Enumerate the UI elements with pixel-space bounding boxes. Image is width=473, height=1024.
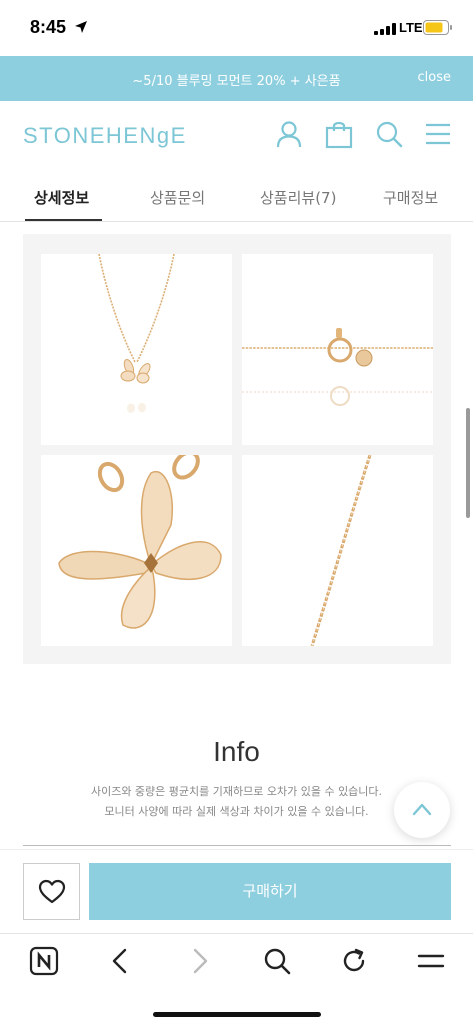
home-indicator — [153, 1012, 321, 1017]
search-icon[interactable] — [374, 119, 404, 149]
product-image-chain[interactable] — [242, 455, 433, 646]
wishlist-button[interactable] — [23, 863, 80, 920]
promo-text[interactable]: ~5/10 블루밍 모먼트 20% + 사은품 — [0, 70, 473, 89]
section-divider — [23, 845, 451, 846]
heart-icon — [38, 879, 66, 904]
browser-toolbar — [0, 933, 473, 1024]
status-bar: 8:45 LTE — [0, 0, 473, 56]
cart-icon[interactable] — [324, 119, 354, 149]
logo[interactable]: STONEHENgE — [23, 123, 187, 149]
tab-inquiry[interactable]: 상품문의 — [150, 187, 205, 208]
product-image-necklace[interactable] — [41, 254, 232, 445]
location-arrow-icon — [75, 21, 87, 33]
active-tab-indicator — [25, 219, 102, 221]
browser-menu-icon[interactable] — [416, 946, 446, 976]
tab-purchase-info[interactable]: 구매정보 — [383, 187, 438, 208]
buy-button[interactable]: 구매하기 — [89, 863, 451, 920]
info-title: Info — [213, 736, 260, 767]
refresh-icon[interactable] — [339, 946, 369, 976]
signal-icon — [374, 23, 396, 35]
browser-search-icon[interactable] — [262, 946, 292, 976]
naver-home-icon[interactable] — [29, 946, 59, 976]
tab-detail[interactable]: 상세정보 — [34, 187, 89, 208]
scroll-top-button[interactable] — [394, 782, 450, 838]
promo-banner[interactable]: ~5/10 블루밍 모먼트 20% + 사은품 close — [0, 56, 473, 101]
chevron-up-icon — [412, 803, 432, 816]
product-image-clasp[interactable] — [242, 254, 433, 445]
page-scrollbar[interactable] — [466, 408, 470, 518]
tab-reviews[interactable]: 상품리뷰(7) — [260, 187, 336, 208]
user-icon[interactable] — [274, 119, 304, 149]
battery-icon — [423, 20, 452, 35]
menu-icon[interactable] — [423, 119, 453, 149]
site-header: STONEHENgE — [0, 101, 473, 167]
forward-icon[interactable] — [184, 946, 214, 976]
product-tabs: 상세정보 상품문의 상품리뷰(7) 구매정보 — [0, 167, 473, 222]
back-icon[interactable] — [106, 946, 136, 976]
network-label: LTE — [399, 20, 423, 35]
purchase-bar: 구매하기 — [0, 849, 473, 933]
promo-close-button[interactable]: close — [418, 70, 451, 85]
status-time: 8:45 — [30, 17, 67, 37]
product-gallery — [23, 234, 451, 664]
product-image-butterfly[interactable] — [41, 455, 232, 646]
